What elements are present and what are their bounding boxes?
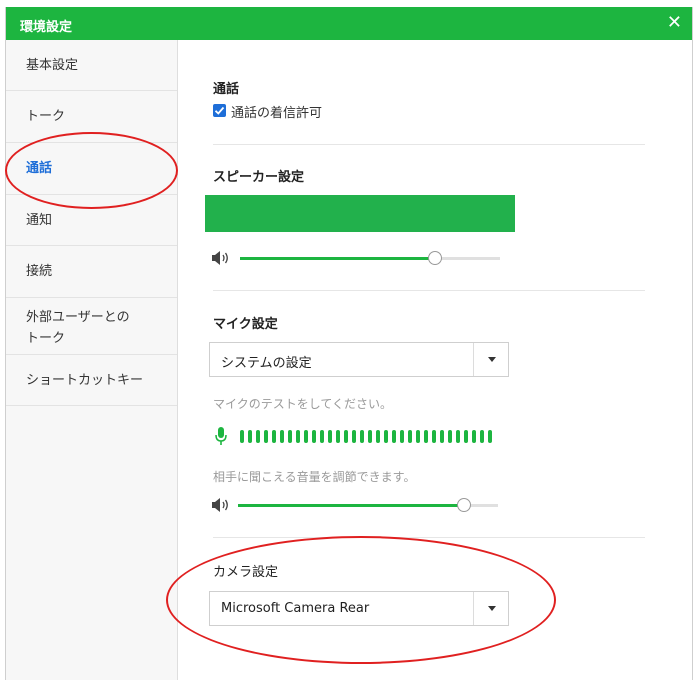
divider: [213, 537, 645, 538]
mic-level-bar: [320, 430, 324, 443]
mic-test-hint: マイクのテストをしてください。: [213, 397, 393, 411]
sidebar-item-label: 基本設定: [26, 58, 79, 73]
sidebar-item-label: トーク: [26, 109, 66, 124]
mic-level-bar: [264, 430, 268, 443]
select-separator: [473, 592, 474, 625]
mic-level-bar: [448, 430, 452, 443]
mic-level-bar: [440, 430, 444, 443]
title-bar: 環境設定 ✕: [6, 7, 692, 40]
mic-level-bar: [344, 430, 348, 443]
microphone-icon: [215, 427, 227, 445]
mic-level-bar: [304, 430, 308, 443]
mic-level-bar: [368, 430, 372, 443]
mic-level-bar: [416, 430, 420, 443]
mic-level-bar: [256, 430, 260, 443]
sidebar-item-label: 通話: [26, 161, 53, 176]
sidebar-item-label: ショートカットキー: [26, 373, 144, 388]
settings-content: 通話 通話の着信許可 スピーカー設定 マイク設定 システムの設定 マイクのテスト…: [178, 40, 692, 680]
chevron-down-icon: [488, 357, 496, 362]
mic-level-bar: [488, 430, 492, 443]
close-icon[interactable]: ✕: [667, 13, 682, 33]
sidebar-item-label: 外部ユーザーとの: [26, 310, 130, 325]
speaker-volume-knob[interactable]: [428, 251, 442, 265]
speaker-icon: [212, 251, 228, 265]
camera-device-value: Microsoft Camera Rear: [221, 601, 370, 616]
sidebar-item-label: トーク: [26, 331, 66, 346]
mic-level-bar: [288, 430, 292, 443]
mic-volume-hint: 相手に聞こえる音量を調節できます。: [213, 470, 416, 484]
mic-level-bar: [272, 430, 276, 443]
mic-level-bar: [384, 430, 388, 443]
mic-level-bar: [328, 430, 332, 443]
sidebar-item-connection[interactable]: 接続: [6, 246, 177, 298]
sidebar-item-basic[interactable]: 基本設定: [6, 40, 177, 91]
sidebar-item-label: 接続: [26, 264, 53, 279]
mic-level-bar: [360, 430, 364, 443]
mic-level-bar: [392, 430, 396, 443]
settings-sidebar: 基本設定 トーク 通話 通知 接続 外部ユーザーとの トーク ショートカットキー: [6, 40, 178, 680]
mic-volume-fill: [238, 504, 465, 507]
mic-section-title: マイク設定: [213, 317, 278, 332]
sidebar-item-talk[interactable]: トーク: [6, 91, 177, 143]
mic-device-value: システムの設定: [221, 356, 312, 371]
mic-level-bar: [424, 430, 428, 443]
sidebar-item-label: 通知: [26, 213, 53, 228]
sidebar-item-notification[interactable]: 通知: [6, 195, 177, 246]
allow-incoming-label: 通話の着信許可: [231, 106, 323, 121]
sidebar-item-shortcut[interactable]: ショートカットキー: [6, 355, 177, 406]
settings-window: 環境設定 ✕ 基本設定 トーク 通話 通知 接続 外部ユーザーとの トーク ショ…: [5, 7, 693, 680]
speaker-section-title: スピーカー設定: [213, 170, 305, 185]
speaker-volume-slider[interactable]: [240, 257, 500, 260]
mic-level-bar: [400, 430, 404, 443]
speaker-volume-fill: [240, 257, 435, 260]
mic-level-bar: [480, 430, 484, 443]
mic-level-bar: [296, 430, 300, 443]
mic-level-bar: [248, 430, 252, 443]
mic-level-bar: [240, 430, 244, 443]
chevron-down-icon: [488, 606, 496, 611]
call-section-title: 通話: [213, 82, 240, 97]
divider: [213, 144, 645, 145]
mic-level-bar: [376, 430, 380, 443]
mic-level-bar: [432, 430, 436, 443]
sidebar-item-external-talk[interactable]: 外部ユーザーとの トーク: [6, 298, 177, 355]
speaker-icon: [212, 498, 228, 512]
mic-level-bar: [312, 430, 316, 443]
checkmark-icon: [214, 106, 225, 115]
mic-level-bar: [352, 430, 356, 443]
mic-level-bar: [408, 430, 412, 443]
mic-level-bar: [456, 430, 460, 443]
mic-level-bar: [336, 430, 340, 443]
speaker-test-bar: [205, 195, 515, 232]
mic-device-select[interactable]: システムの設定: [209, 342, 509, 377]
sidebar-item-call[interactable]: 通話: [6, 143, 177, 195]
mic-level-bar: [464, 430, 468, 443]
mic-level-bar: [472, 430, 476, 443]
mic-level-meter: [240, 430, 496, 449]
camera-device-select[interactable]: Microsoft Camera Rear: [209, 591, 509, 626]
select-separator: [473, 343, 474, 376]
mic-volume-knob[interactable]: [457, 498, 472, 512]
mic-level-bar: [280, 430, 284, 443]
window-title: 環境設定: [20, 20, 73, 35]
divider: [213, 290, 645, 291]
camera-section-title: カメラ設定: [213, 565, 279, 580]
allow-incoming-checkbox[interactable]: [213, 104, 226, 117]
